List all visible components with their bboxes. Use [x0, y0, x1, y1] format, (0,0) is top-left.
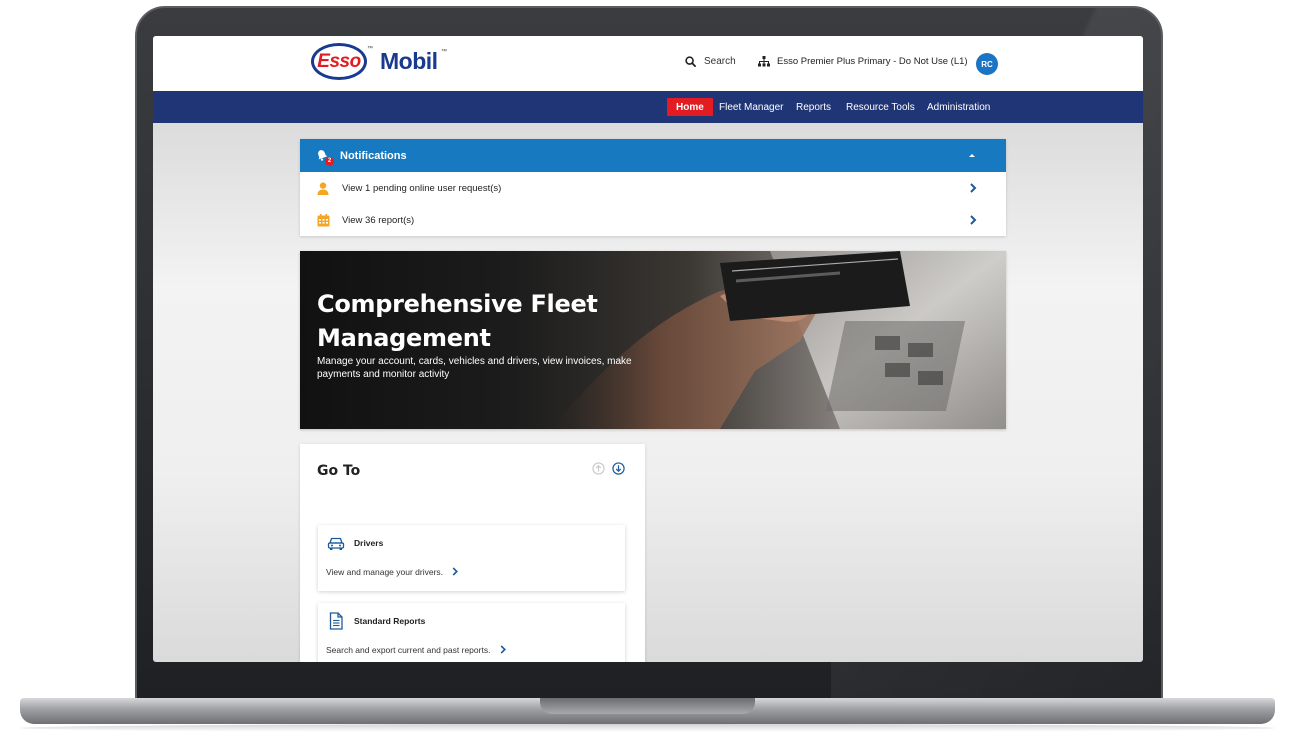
goto-card-description: Search and export current and past repor… [326, 645, 507, 655]
screen: Esso ™ Mobil ™ Search Esso Premier Plus … [153, 36, 1143, 662]
user-avatar[interactable]: RC [976, 53, 998, 75]
chevron-right-icon [453, 567, 459, 576]
notification-item-reports[interactable]: View 36 report(s) [300, 204, 1006, 236]
esso-logo-text: Esso [317, 50, 361, 72]
notifications-header[interactable]: 2 Notifications [300, 139, 1006, 172]
arrow-up-circle-icon[interactable] [592, 462, 605, 475]
account-selector[interactable]: Esso Premier Plus Primary - Do Not Use (… [758, 56, 968, 67]
user-icon [316, 181, 330, 195]
esso-trademark: ™ [367, 46, 373, 52]
goto-card-title: Standard Reports [354, 616, 426, 626]
notifications-panel: 2 Notifications View 1 pending online us… [300, 139, 1006, 236]
notifications-title: Notifications [340, 149, 407, 162]
chevron-right-icon [500, 645, 506, 654]
calendar-icon [316, 213, 330, 227]
esso-logo[interactable]: Esso [311, 43, 367, 80]
search-link[interactable]: Search [685, 56, 736, 67]
goto-card-drivers[interactable]: Drivers View and manage your drivers. [318, 525, 625, 591]
chevron-right-icon [970, 215, 977, 225]
laptop-shadow [20, 724, 1275, 732]
nav-resource-tools[interactable]: Resource Tools [837, 98, 924, 116]
arrow-down-circle-icon[interactable] [612, 462, 625, 475]
chevron-right-icon [970, 183, 977, 193]
car-icon [327, 537, 345, 550]
top-header: Esso ™ Mobil ™ Search Esso Premier Plus … [153, 36, 1143, 91]
goto-card-title: Drivers [354, 538, 384, 548]
avatar-initials: RC [981, 59, 993, 69]
mobil-logo-text-start: Mob [380, 48, 426, 74]
goto-card-standard-reports[interactable]: Standard Reports Search and export curre… [318, 603, 625, 662]
laptop-notch [540, 698, 755, 714]
notification-item-user-requests[interactable]: View 1 pending online user request(s) [300, 172, 1006, 204]
account-label: Esso Premier Plus Primary - Do Not Use (… [777, 56, 968, 67]
nav-reports[interactable]: Reports [787, 98, 840, 116]
goto-card-description-text: Search and export current and past repor… [326, 645, 491, 655]
notification-text: View 36 report(s) [342, 214, 415, 226]
hero-title: Comprehensive Fleet Management [317, 290, 598, 352]
notification-count-badge: 2 [325, 156, 334, 166]
main-nav: Home Fleet Manager Reports Resource Tool… [153, 91, 1143, 123]
mobil-logo-text-end: il [425, 48, 438, 74]
bell-icon: 2 [316, 149, 334, 166]
chevron-up-icon[interactable] [966, 149, 978, 161]
mobil-logo[interactable]: Mobil [380, 48, 438, 75]
nav-home[interactable]: Home [667, 98, 713, 116]
nav-fleet-manager[interactable]: Fleet Manager [710, 98, 792, 116]
search-label: Search [704, 56, 736, 67]
goto-card-description: View and manage your drivers. [326, 567, 459, 577]
notification-text: View 1 pending online user request(s) [342, 182, 502, 194]
goto-card-description-text: View and manage your drivers. [326, 567, 444, 577]
goto-panel: Go To Drivers View and manage your drive… [300, 444, 645, 662]
mobil-trademark: ™ [441, 49, 447, 55]
search-icon [685, 56, 696, 67]
hierarchy-icon [758, 56, 770, 67]
goto-title: Go To [317, 463, 361, 479]
nav-administration[interactable]: Administration [918, 98, 999, 116]
hero-subtitle: Manage your account, cards, vehicles and… [317, 356, 632, 380]
document-icon [329, 612, 343, 630]
hero-banner: Comprehensive Fleet Management Manage yo… [300, 251, 1006, 429]
